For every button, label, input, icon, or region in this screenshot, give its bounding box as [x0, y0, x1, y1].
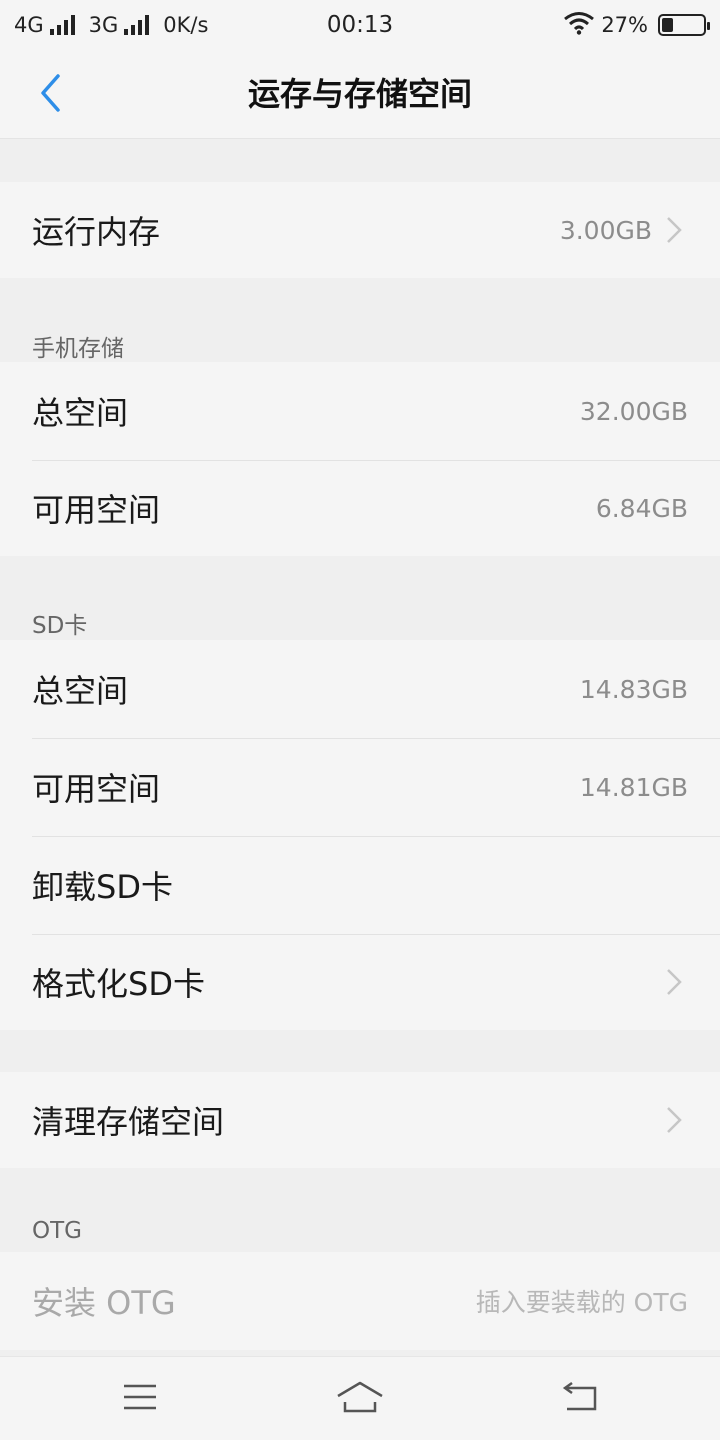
sd-total-label: 总空间 — [32, 672, 129, 710]
back-nav-button[interactable] — [540, 1369, 620, 1429]
navigation-bar — [0, 1356, 720, 1440]
battery-icon — [658, 14, 710, 36]
cleanup-group: 清理存储空间 — [0, 1072, 720, 1168]
install-otg-row: 安装 OTG 插入要装载的 OTG — [0, 1252, 720, 1350]
install-otg-hint: 插入要装载的 OTG — [475, 1288, 688, 1317]
sd-available-row: 可用空间 14.81GB — [0, 738, 720, 836]
cleanup-label: 清理存储空间 — [32, 1103, 225, 1141]
menu-button[interactable] — [100, 1369, 180, 1429]
status-bar: 4G 3G 0K/s 00:13 27% — [0, 0, 720, 50]
phone-storage-group: 总空间 32.00GB 可用空间 6.84GB — [0, 362, 720, 556]
ram-value: 3.00GB — [559, 215, 652, 245]
phone-available-value: 6.84GB — [595, 493, 688, 523]
otg-header: OTG — [32, 1218, 82, 1244]
phone-total-value: 32.00GB — [579, 396, 688, 426]
chevron-right-icon — [666, 1105, 688, 1135]
home-button[interactable] — [320, 1369, 400, 1429]
title-bar: 运存与存储空间 — [0, 50, 720, 139]
menu-icon — [122, 1383, 158, 1415]
sd-total-row: 总空间 14.83GB — [0, 640, 720, 738]
chevron-right-icon — [666, 215, 688, 245]
phone-available-row: 可用空间 6.84GB — [0, 460, 720, 556]
sd-available-label: 可用空间 — [32, 770, 161, 808]
chevron-right-icon — [666, 967, 688, 997]
signal-icon — [124, 15, 150, 35]
battery-percent: 27% — [601, 13, 648, 37]
signal-icon — [49, 15, 75, 35]
ram-group: 运行内存 3.00GB — [0, 182, 720, 278]
format-sd-row[interactable]: 格式化SD卡 — [0, 934, 720, 1030]
network-type-1: 4G — [14, 13, 44, 37]
network-speed: 0K/s — [163, 13, 209, 37]
sd-card-header: SD卡 — [32, 613, 88, 639]
unmount-sd-row[interactable]: 卸载SD卡 — [0, 836, 720, 934]
phone-available-label: 可用空间 — [32, 491, 161, 529]
battery-fill — [662, 18, 673, 32]
ram-label: 运行内存 — [32, 213, 161, 251]
network-type-2: 3G — [88, 13, 119, 37]
ram-row[interactable]: 运行内存 3.00GB — [0, 182, 720, 278]
chevron-left-icon — [38, 73, 62, 117]
otg-group: 安装 OTG 插入要装载的 OTG — [0, 1252, 720, 1350]
sd-total-value: 14.83GB — [579, 674, 688, 704]
install-otg-label: 安装 OTG — [32, 1284, 176, 1322]
phone-storage-header: 手机存储 — [32, 336, 124, 362]
phone-total-label: 总空间 — [32, 394, 129, 432]
page-title: 运存与存储空间 — [247, 75, 472, 113]
sd-card-group: 总空间 14.83GB 可用空间 14.81GB 卸载SD卡 格式化SD卡 — [0, 640, 720, 1030]
sd-available-value: 14.81GB — [579, 772, 688, 802]
home-icon — [335, 1380, 385, 1418]
back-button[interactable] — [22, 70, 78, 120]
unmount-sd-label: 卸载SD卡 — [32, 868, 173, 906]
back-icon — [560, 1381, 600, 1417]
wifi-icon — [563, 11, 595, 40]
phone-total-row: 总空间 32.00GB — [0, 362, 720, 460]
cleanup-row[interactable]: 清理存储空间 — [0, 1072, 720, 1168]
format-sd-label: 格式化SD卡 — [32, 965, 205, 1003]
